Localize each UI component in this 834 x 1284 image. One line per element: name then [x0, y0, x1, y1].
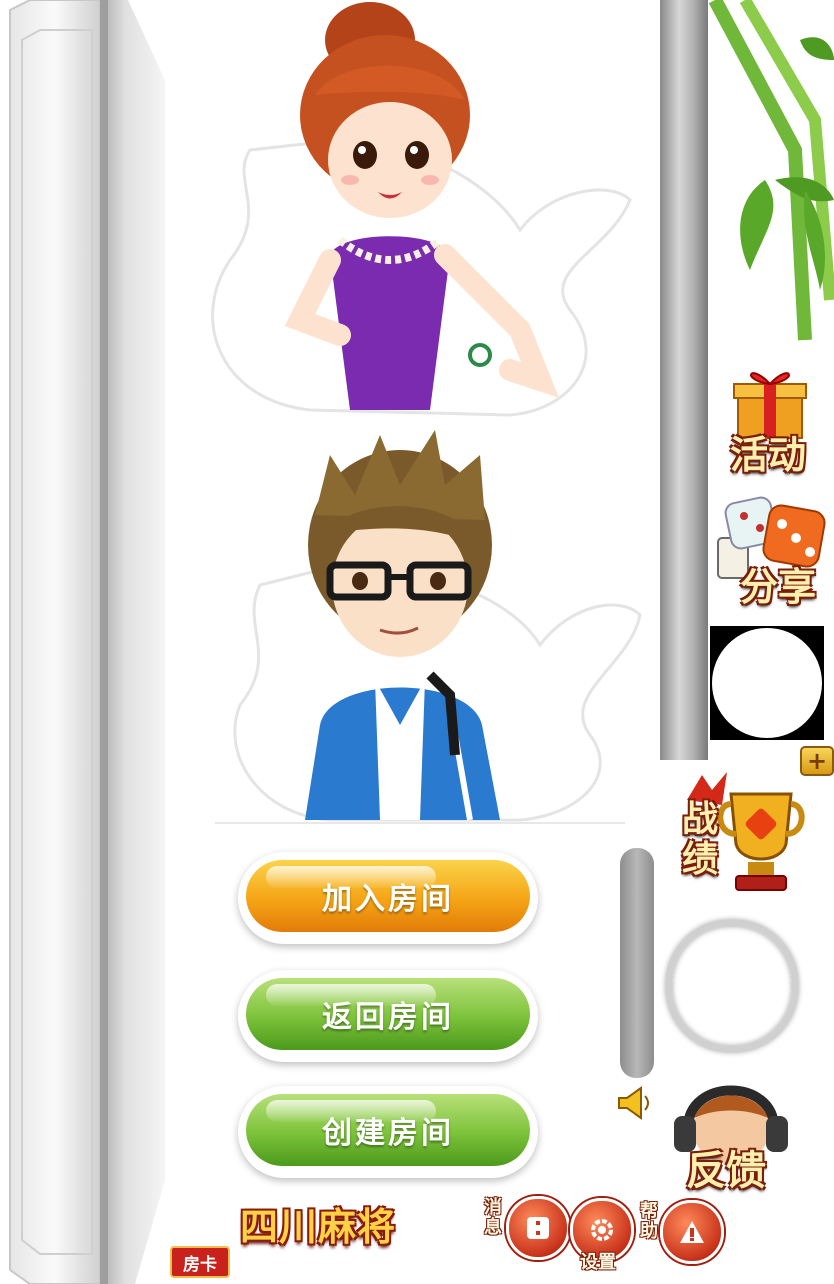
help-label: 帮助 [640, 1201, 658, 1242]
settings-label: 设置 [580, 1252, 616, 1273]
help-button[interactable] [660, 1200, 724, 1264]
game-title: 四川麻将 [240, 1205, 397, 1249]
message-icon [527, 1217, 549, 1239]
create-room-button-face: 创建房间 [246, 1094, 530, 1166]
bamboo-decoration [708, 0, 834, 341]
section-divider [215, 822, 625, 824]
share-label: 分享 [740, 565, 817, 609]
join-room-label: 加入房间 [322, 882, 454, 917]
feedback-label: 反馈 [686, 1148, 766, 1194]
message-label: 消息 [484, 1197, 502, 1238]
plus-icon: + [806, 747, 828, 775]
record-button[interactable]: 战绩 [676, 770, 806, 910]
speaker-icon[interactable] [615, 1086, 655, 1120]
record-label: 战绩 [682, 799, 719, 880]
activity-label: 活动 [730, 433, 807, 477]
help-warning-icon [680, 1221, 704, 1243]
join-room-button[interactable]: 加入房间 [238, 852, 538, 944]
player-character-illustration [233, 430, 642, 822]
join-room-button-face: 加入房间 [246, 860, 530, 932]
create-room-button[interactable]: 创建房间 [238, 1086, 538, 1178]
share-button[interactable]: 分享 [710, 494, 830, 609]
message-button[interactable] [506, 1196, 570, 1260]
create-room-label: 创建房间 [322, 1116, 454, 1151]
status-ring [666, 920, 798, 1052]
notice-scrollbar[interactable] [620, 848, 654, 1078]
hostess-character-illustration [211, 2, 632, 417]
room-card-badge[interactable]: 房卡 [170, 1246, 230, 1278]
return-room-label: 返回房间 [322, 1000, 454, 1035]
right-panel-rail [660, 0, 708, 760]
feedback-button[interactable]: 反馈 [666, 1068, 806, 1194]
return-room-button[interactable]: 返回房间 [238, 970, 538, 1062]
gear-icon [591, 1219, 613, 1241]
activity-button[interactable]: 活动 [722, 362, 822, 477]
return-room-button-face: 返回房间 [246, 978, 530, 1050]
avatar[interactable] [712, 628, 822, 738]
left-panel-frame [9, 0, 165, 1284]
